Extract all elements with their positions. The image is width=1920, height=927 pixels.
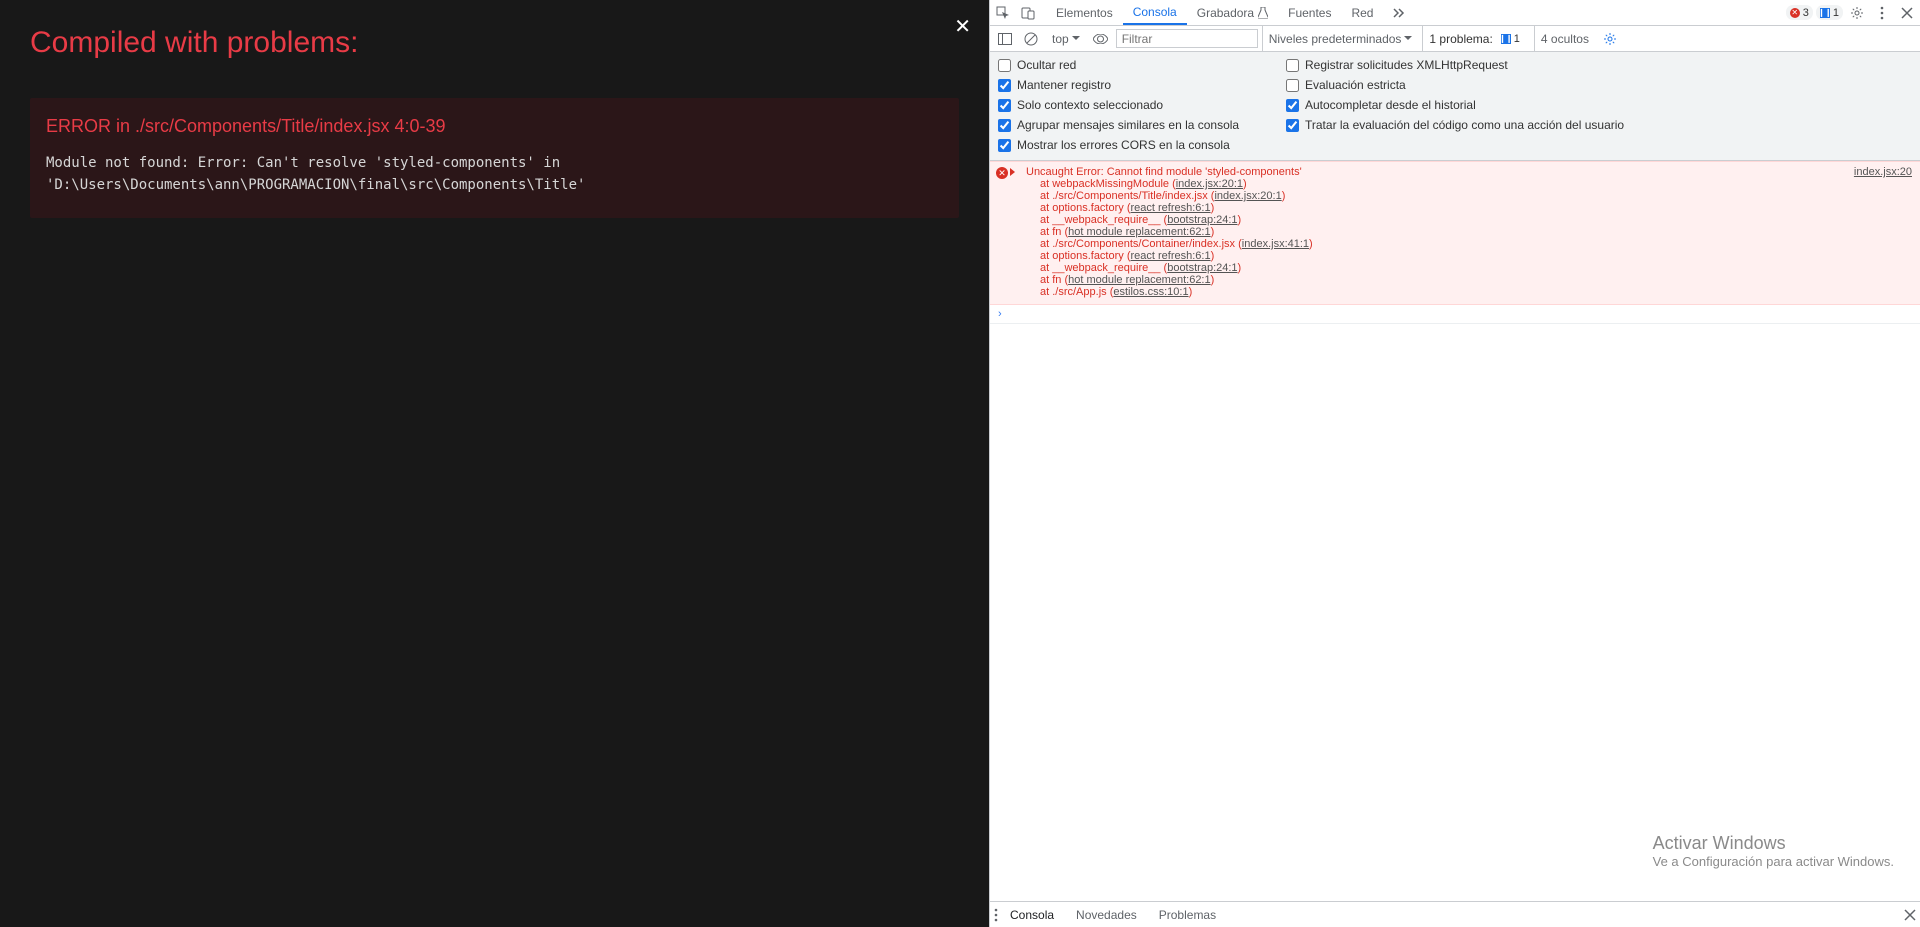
sidebar-toggle-icon[interactable] bbox=[994, 28, 1016, 50]
devtools-tabstrip: Elementos Consola Grabadora Fuentes Red … bbox=[990, 0, 1920, 26]
error-count: 3 bbox=[1803, 7, 1809, 19]
tab-overflow[interactable] bbox=[1383, 0, 1415, 25]
context-label: top bbox=[1052, 32, 1069, 46]
tab-recorder-label: Grabadora bbox=[1197, 6, 1254, 20]
error-count-badge[interactable]: ✕ 3 bbox=[1786, 5, 1813, 20]
error-heading: ERROR in ./src/Components/Title/index.js… bbox=[46, 116, 943, 137]
close-icon[interactable]: ✕ bbox=[954, 14, 971, 39]
kebab-menu-icon[interactable] bbox=[1871, 2, 1893, 24]
stack-frame: at options.factory (react refresh:6:1) bbox=[1040, 202, 1912, 214]
error-dot-icon: ✕ bbox=[1790, 8, 1800, 18]
issues-label: 1 problema: bbox=[1429, 32, 1492, 46]
stack-frame-link[interactable]: index.jsx:20:1 bbox=[1176, 178, 1243, 190]
stack-frame-link[interactable]: hot module replacement:62:1 bbox=[1068, 226, 1210, 238]
drawer-tab-issues[interactable]: Problemas bbox=[1149, 908, 1226, 922]
tab-sources[interactable]: Fuentes bbox=[1278, 0, 1341, 25]
console-settings-panel: Ocultar red Registrar solicitudes XMLHtt… bbox=[990, 52, 1920, 161]
error-body: Module not found: Error: Can't resolve '… bbox=[46, 153, 943, 196]
drawer-close-icon[interactable] bbox=[1904, 909, 1916, 921]
device-toggle-icon[interactable] bbox=[1017, 2, 1039, 24]
info-square-icon: ❙❙ bbox=[1820, 8, 1830, 18]
info-square-icon: ❙❙ bbox=[1501, 34, 1511, 44]
info-count: 1 bbox=[1833, 7, 1839, 19]
stack-frame: at __webpack_require__ (bootstrap:24:1) bbox=[1040, 214, 1912, 226]
close-devtools-icon[interactable] bbox=[1896, 2, 1918, 24]
console-error-message: ✕ index.jsx:20 Uncaught Error: Cannot fi… bbox=[990, 161, 1920, 305]
info-count-badge[interactable]: ❙❙ 1 bbox=[1816, 5, 1843, 20]
console-settings-gear-icon[interactable] bbox=[1599, 28, 1621, 50]
cb-strict-eval[interactable]: Evaluación estricta bbox=[1286, 78, 1912, 92]
drawer-tab-console[interactable]: Consola bbox=[1000, 908, 1064, 922]
console-toolbar: top Niveles predeterminados 1 problema: … bbox=[990, 26, 1920, 52]
issues-indicator[interactable]: 1 problema: ❙❙ 1 bbox=[1422, 26, 1530, 51]
main-tabs: Elementos Consola Grabadora Fuentes Red bbox=[1046, 0, 1415, 25]
overlay-title: Compiled with problems: bbox=[30, 26, 959, 60]
cb-autocomplete-hist[interactable]: Autocompletar desde el historial bbox=[1286, 98, 1912, 112]
chevron-down-icon bbox=[1404, 36, 1412, 41]
tab-network[interactable]: Red bbox=[1341, 0, 1383, 25]
inspect-icon[interactable] bbox=[992, 2, 1014, 24]
devtools-panel: Elementos Consola Grabadora Fuentes Red … bbox=[989, 0, 1920, 927]
issues-count: 1 bbox=[1514, 33, 1520, 45]
message-source-link[interactable]: index.jsx:20 bbox=[1854, 166, 1912, 178]
clear-console-icon[interactable] bbox=[1020, 28, 1042, 50]
stack-frame: at __webpack_require__ (bootstrap:24:1) bbox=[1040, 262, 1912, 274]
chevron-double-right-icon bbox=[1393, 8, 1405, 18]
error-circle-icon: ✕ bbox=[996, 167, 1008, 179]
stack-frame: at webpackMissingModule (index.jsx:20:1) bbox=[1040, 178, 1912, 190]
stack-frame: at ./src/App.js (estilos.css:10:1) bbox=[1040, 286, 1912, 298]
cb-show-cors[interactable]: Mostrar los errores CORS en la consola bbox=[998, 138, 1912, 152]
stack-frame-link[interactable]: react refresh:6:1 bbox=[1131, 202, 1211, 214]
live-expression-icon[interactable] bbox=[1090, 28, 1112, 50]
stack-frame: at options.factory (react refresh:6:1) bbox=[1040, 250, 1912, 262]
console-prompt[interactable] bbox=[990, 305, 1920, 324]
stack-frame: at fn (hot module replacement:62:1) bbox=[1040, 226, 1912, 238]
settings-gear-icon[interactable] bbox=[1846, 2, 1868, 24]
log-levels-selector[interactable]: Niveles predeterminados bbox=[1262, 26, 1419, 51]
drawer-tab-whatsnew[interactable]: Novedades bbox=[1066, 908, 1147, 922]
webpack-error-overlay: ✕ Compiled with problems: ERROR in ./src… bbox=[0, 0, 989, 927]
context-selector[interactable]: top bbox=[1046, 32, 1086, 46]
stack-frame-link[interactable]: index.jsx:20:1 bbox=[1214, 190, 1281, 202]
stack-frame-link[interactable]: hot module replacement:62:1 bbox=[1068, 274, 1210, 286]
tab-elements[interactable]: Elementos bbox=[1046, 0, 1123, 25]
cb-preserve-log[interactable]: Mantener registro bbox=[998, 78, 1278, 92]
drawer-tabstrip: Consola Novedades Problemas bbox=[990, 901, 1920, 927]
stack-frame-link[interactable]: estilos.css:10:1 bbox=[1113, 286, 1188, 298]
stack-frame: at fn (hot module replacement:62:1) bbox=[1040, 274, 1912, 286]
levels-label: Niveles predeterminados bbox=[1269, 32, 1402, 46]
tab-console[interactable]: Consola bbox=[1123, 0, 1187, 25]
stack-frame: at ./src/Components/Title/index.jsx (ind… bbox=[1040, 190, 1912, 202]
drawer-kebab-icon[interactable] bbox=[994, 908, 998, 922]
hidden-messages-count[interactable]: 4 ocultos bbox=[1534, 26, 1595, 51]
cb-treat-eval-user[interactable]: Tratar la evaluación del código como una… bbox=[1286, 118, 1912, 132]
cb-selected-ctx[interactable]: Solo contexto seleccionado bbox=[998, 98, 1278, 112]
tab-recorder[interactable]: Grabadora bbox=[1187, 0, 1278, 25]
stack-frame-link[interactable]: index.jsx:41:1 bbox=[1242, 238, 1309, 250]
stack-frame-link[interactable]: bootstrap:24:1 bbox=[1167, 214, 1237, 226]
expand-toggle-icon[interactable] bbox=[1010, 168, 1015, 176]
cb-group-similar[interactable]: Agrupar mensajes similares en la consola bbox=[998, 118, 1278, 132]
chevron-down-icon bbox=[1072, 36, 1080, 41]
overlay-error-block: ERROR in ./src/Components/Title/index.js… bbox=[30, 98, 959, 218]
stack-frame-link[interactable]: react refresh:6:1 bbox=[1131, 250, 1211, 262]
cb-log-xhr[interactable]: Registrar solicitudes XMLHttpRequest bbox=[1286, 58, 1912, 72]
console-messages[interactable]: ✕ index.jsx:20 Uncaught Error: Cannot fi… bbox=[990, 161, 1920, 901]
cb-hide-network[interactable]: Ocultar red bbox=[998, 58, 1278, 72]
error-main-line: Uncaught Error: Cannot find module 'styl… bbox=[1026, 166, 1912, 178]
stack-frame: at ./src/Components/Container/index.jsx … bbox=[1040, 238, 1912, 250]
flask-icon bbox=[1258, 7, 1268, 19]
filter-input[interactable] bbox=[1116, 29, 1258, 48]
stack-frame-link[interactable]: bootstrap:24:1 bbox=[1167, 262, 1237, 274]
